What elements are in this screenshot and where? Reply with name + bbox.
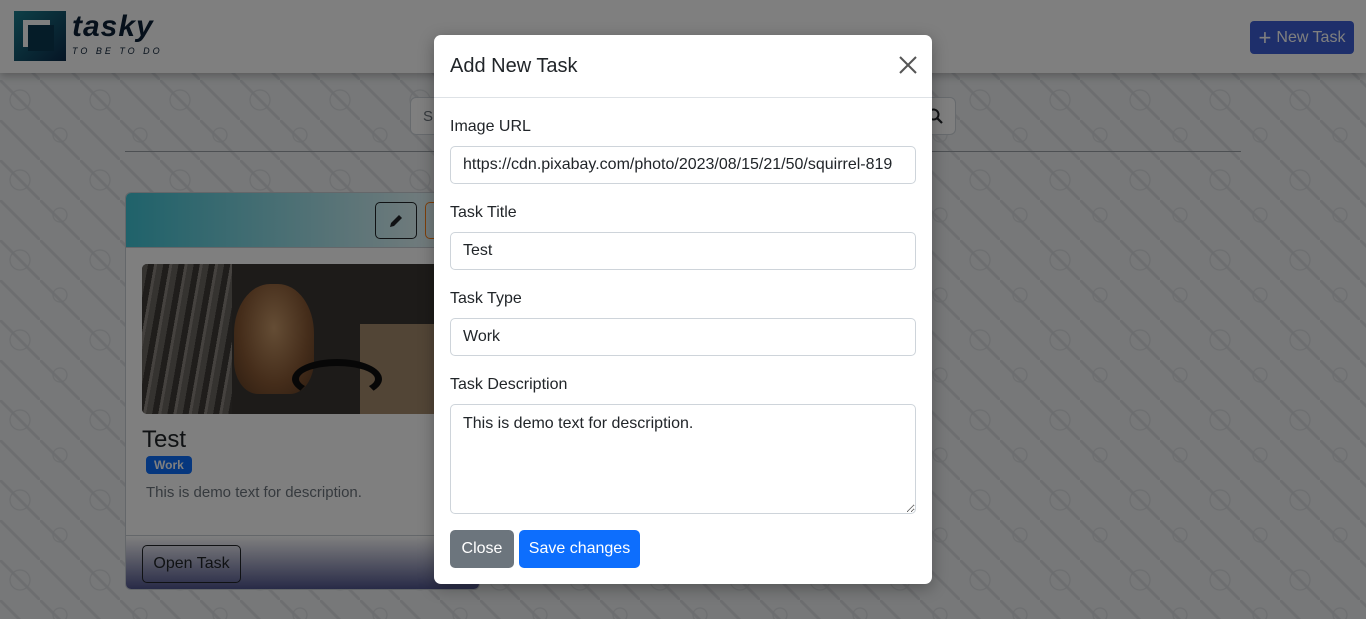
task-title-input[interactable] xyxy=(450,232,916,270)
save-changes-button[interactable]: Save changes xyxy=(519,530,640,568)
add-task-modal: Add New Task Image URL Task Title Task T… xyxy=(434,35,932,584)
task-type-input[interactable] xyxy=(450,318,916,356)
modal-header: Add New Task xyxy=(434,35,932,98)
task-description-textarea[interactable]: This is demo text for description. xyxy=(450,404,916,514)
close-icon[interactable] xyxy=(898,55,918,75)
image-url-label: Image URL xyxy=(450,118,531,135)
modal-title: Add New Task xyxy=(450,55,578,77)
task-type-label: Task Type xyxy=(450,290,522,307)
task-description-label: Task Description xyxy=(450,376,568,393)
close-button[interactable]: Close xyxy=(450,530,514,568)
task-title-label: Task Title xyxy=(450,204,517,221)
image-url-input[interactable] xyxy=(450,146,916,184)
